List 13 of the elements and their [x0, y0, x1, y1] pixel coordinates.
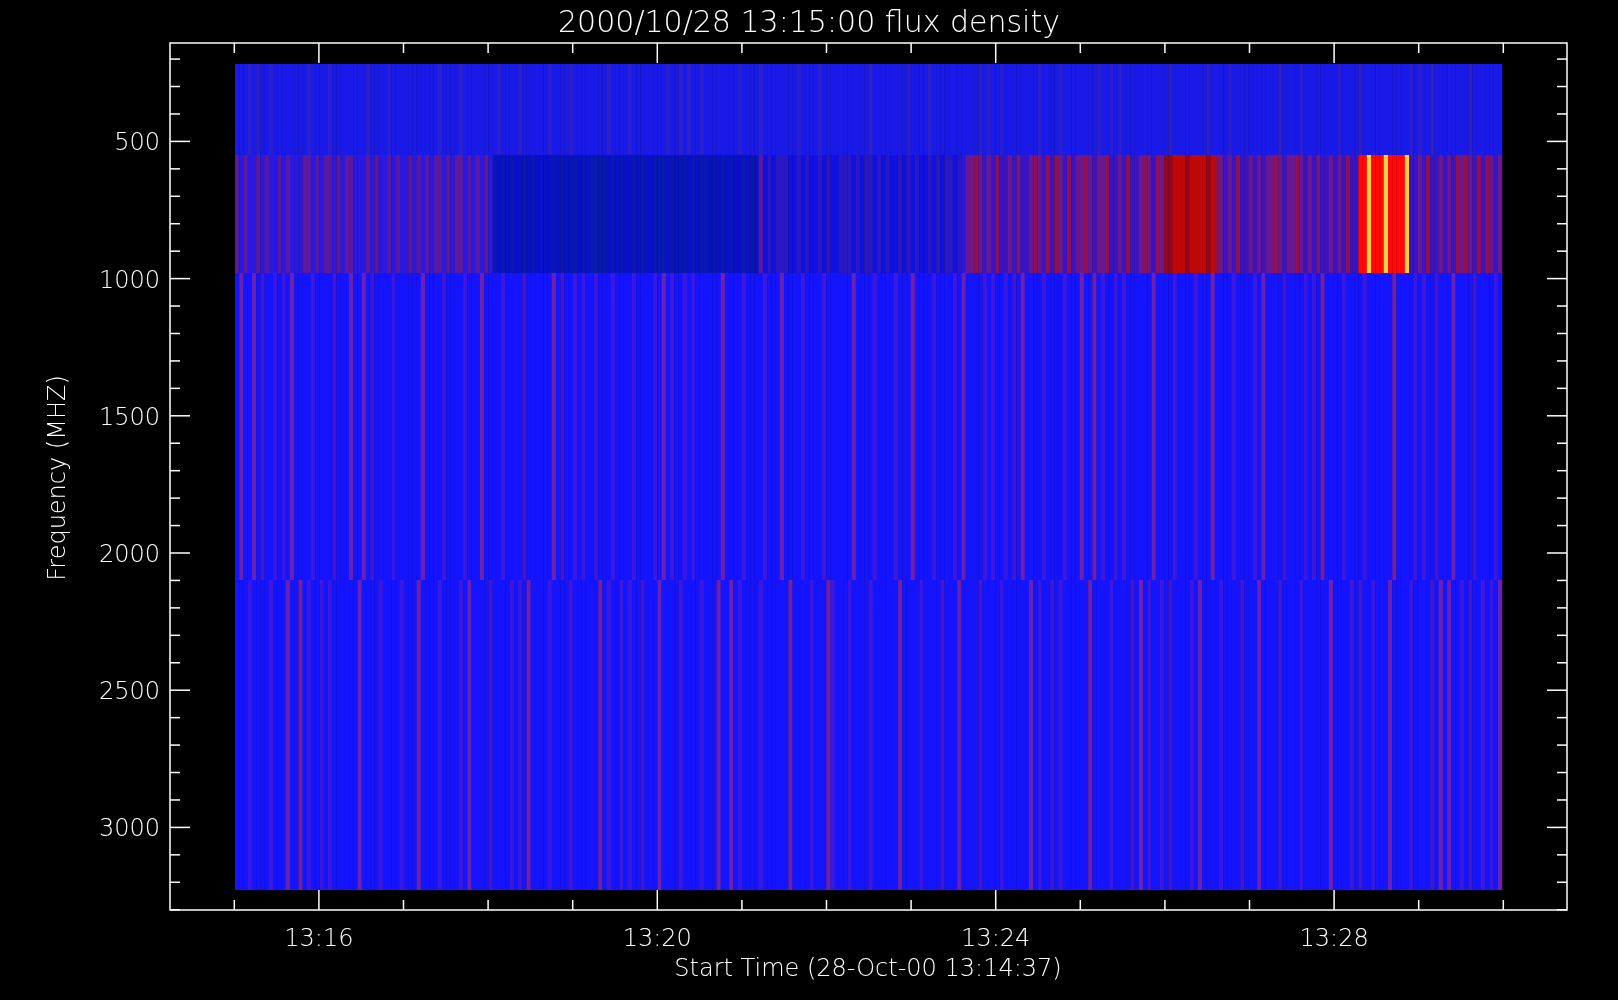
- axis-title: Frequency (MHZ): [43, 375, 71, 581]
- axis-tick-label: 13:20: [622, 924, 692, 952]
- axis-tick-label: 3000: [98, 814, 160, 843]
- axis-title: Start Time (28-Oct-00 13:14:37): [674, 954, 1062, 982]
- axis-tick-label: 13:28: [1299, 924, 1369, 952]
- axis-tick-label: 1500: [98, 402, 160, 431]
- axis-tick-label: 2500: [98, 677, 160, 706]
- axis-tick-label: 1000: [98, 265, 160, 294]
- axis-tick-label: 500: [114, 128, 160, 157]
- axis-tick-label: 13:16: [284, 924, 354, 952]
- axis-tick-label: 2000: [98, 540, 160, 568]
- chart-title: 2000/10/28 13:15:00 flux density: [558, 4, 1060, 39]
- axis-tick-label: 13:24: [961, 924, 1031, 952]
